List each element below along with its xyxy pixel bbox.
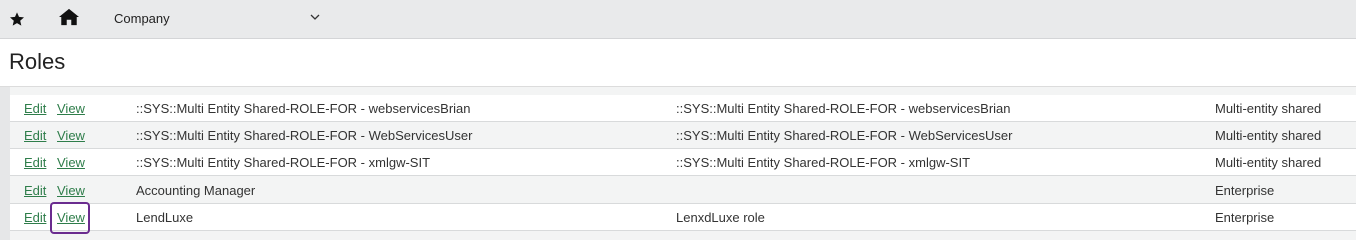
- role-name: LendLuxe: [136, 210, 194, 225]
- roles-table: Edit View ::SYS::Multi Entity Shared-ROL…: [10, 87, 1356, 240]
- edit-link[interactable]: Edit: [24, 128, 46, 143]
- table-row: Edit View ::SYS::Multi Entity Shared-ROL…: [10, 95, 1356, 122]
- star-icon[interactable]: [9, 11, 25, 27]
- page-title: Roles: [9, 49, 66, 74]
- top-bar: Company: [0, 0, 1356, 39]
- role-description: ::SYS::Multi Entity Shared-ROLE-FOR - xm…: [676, 155, 971, 170]
- role-type: Multi-entity shared: [1215, 101, 1322, 116]
- role-description: ::SYS::Multi Entity Shared-ROLE-FOR - we…: [676, 101, 1011, 116]
- home-icon[interactable]: [58, 7, 80, 27]
- view-link[interactable]: View: [57, 128, 85, 143]
- role-name: Accounting Manager: [136, 183, 256, 198]
- role-description: LenxdLuxe role: [676, 210, 765, 225]
- role-name: ::SYS::Multi Entity Shared-ROLE-FOR - We…: [136, 128, 473, 143]
- role-name: ::SYS::Multi Entity Shared-ROLE-FOR - xm…: [136, 155, 431, 170]
- company-selector[interactable]: Company: [114, 11, 170, 26]
- view-link-highlight: [50, 202, 90, 234]
- role-description: ::SYS::Multi Entity Shared-ROLE-FOR - We…: [676, 128, 1013, 143]
- chevron-down-icon[interactable]: [310, 13, 320, 21]
- role-type: Enterprise: [1215, 183, 1275, 198]
- view-link[interactable]: View: [57, 183, 85, 198]
- role-name: ::SYS::Multi Entity Shared-ROLE-FOR - we…: [136, 101, 471, 116]
- edit-link[interactable]: Edit: [24, 101, 46, 116]
- role-type: Enterprise: [1215, 210, 1275, 225]
- edit-link[interactable]: Edit: [24, 210, 46, 225]
- edit-link[interactable]: Edit: [24, 155, 46, 170]
- edit-link[interactable]: Edit: [24, 183, 46, 198]
- page-header: Roles: [0, 39, 1356, 87]
- table-row: Edit View ::SYS::Multi Entity Shared-ROL…: [10, 122, 1356, 149]
- table-row: Edit View ::SYS::Multi Entity Shared-ROL…: [10, 149, 1356, 176]
- view-link[interactable]: View: [57, 155, 85, 170]
- view-link[interactable]: View: [57, 101, 85, 116]
- table-row: Edit View LendLuxe LenxdLuxe role Enterp…: [10, 204, 1356, 231]
- role-type: Multi-entity shared: [1215, 155, 1322, 170]
- role-type: Multi-entity shared: [1215, 128, 1322, 143]
- table-row: Edit View Accounting Manager Enterprise: [10, 177, 1356, 204]
